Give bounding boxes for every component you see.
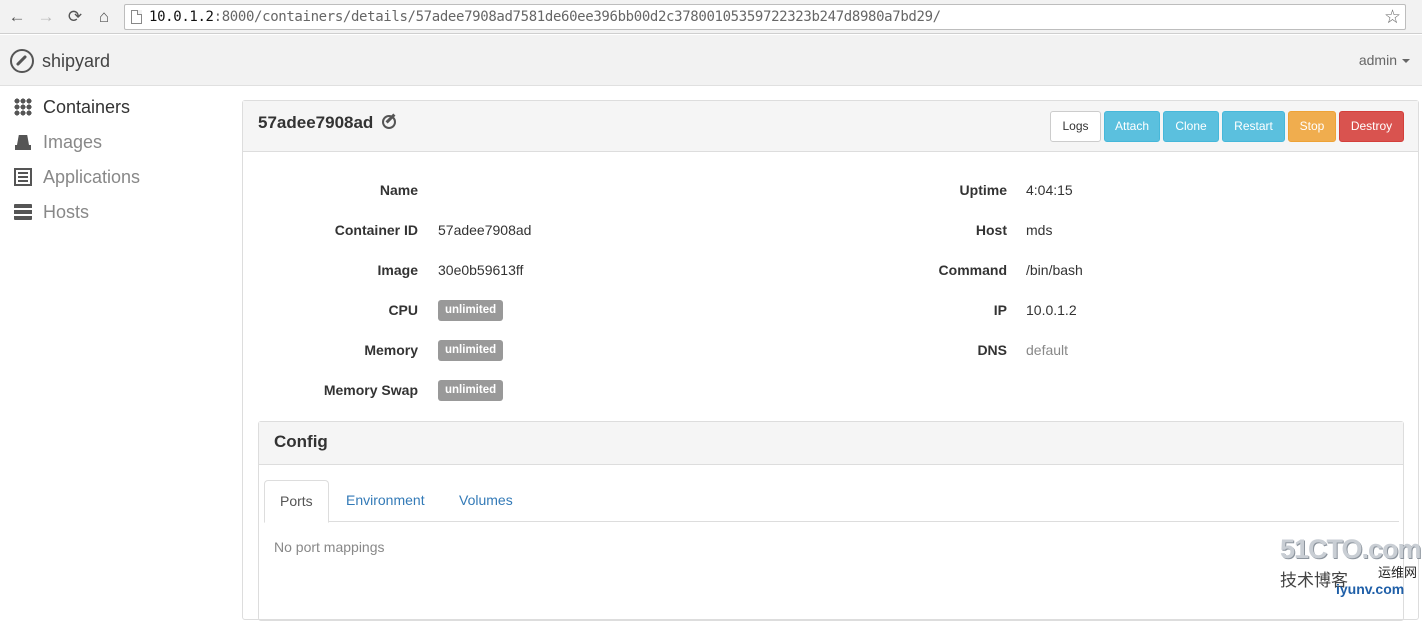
name-row: Name (243, 180, 823, 200)
memory-swap-badge: unlimited (438, 380, 504, 401)
watermark-badge: 运维网 (1378, 565, 1418, 580)
uptime-value: 4:04:15 (1026, 182, 1073, 198)
name-label: Name (379, 182, 418, 198)
sidebar-item-label: Applications (43, 166, 141, 187)
memory-swap-row: Memory Swap unlimited (243, 380, 823, 401)
watermark-url: iyunv.com (1336, 581, 1405, 597)
home-icon[interactable]: ⌂ (93, 6, 115, 28)
sidebar-item-hosts[interactable]: Hosts (14, 198, 89, 226)
config-tabs: Ports Environment Volumes (264, 480, 1399, 523)
host-value: mds (1026, 222, 1053, 238)
container-id-label: Container ID (334, 222, 418, 238)
sidebar-item-images[interactable]: Images (14, 128, 102, 156)
memory-row: Memory unlimited (243, 340, 823, 361)
dns-value: default (1026, 342, 1069, 358)
image-label: Image (377, 262, 418, 278)
bookmark-star-icon[interactable]: ☆ (1384, 6, 1401, 29)
grid-icon (14, 98, 32, 116)
container-id-row: Container ID 57adee7908ad (243, 220, 823, 240)
list-icon (14, 168, 32, 186)
ip-label: IP (993, 302, 1007, 318)
address-bar[interactable]: 10.0.1.2:8000/containers/details/57adee7… (124, 4, 1406, 30)
memory-badge: unlimited (438, 340, 504, 361)
edit-icon[interactable] (382, 115, 396, 129)
dns-row: DNS default (823, 340, 1413, 360)
ip-row: IP 10.0.1.2 (823, 300, 1413, 320)
watermark-logo: 51CTO.com 技术博客 运维网 iyunv.com (1278, 534, 1422, 602)
tab-volumes[interactable]: Volumes (444, 480, 528, 522)
logs-button[interactable]: Logs (1050, 111, 1101, 142)
dns-label: DNS (977, 342, 1007, 358)
user-name: admin (1358, 52, 1397, 68)
cpu-row: CPU unlimited (243, 300, 823, 321)
command-row: Command /bin/bash (823, 260, 1413, 280)
sidebar-item-label: Hosts (43, 201, 90, 222)
container-details-panel: 57adee7908ad Logs Attach Clone Restart S… (242, 100, 1419, 621)
app-navbar: shipyard admin (0, 35, 1422, 86)
host-label: Host (975, 222, 1007, 238)
cpu-label: CPU (388, 302, 418, 318)
command-value: /bin/bash (1026, 262, 1083, 278)
forward-arrow-icon[interactable]: → (35, 6, 57, 28)
browser-toolbar: ← → ⟳ ⌂ 10.0.1.2:8000/containers/details… (0, 0, 1422, 34)
host-row: Host mds (823, 220, 1413, 240)
restart-button[interactable]: Restart (1222, 111, 1285, 142)
brand[interactable]: shipyard (10, 49, 110, 73)
back-arrow-icon[interactable]: ← (6, 6, 28, 28)
sidebar-item-label: Containers (43, 96, 131, 117)
user-menu[interactable]: admin (1359, 52, 1410, 68)
sidebar-item-applications[interactable]: Applications (14, 163, 140, 191)
sidebar-item-label: Images (43, 131, 103, 152)
container-title: 57adee7908ad (258, 113, 374, 132)
drive-icon (14, 133, 32, 151)
clone-button[interactable]: Clone (1163, 111, 1219, 142)
attach-button[interactable]: Attach (1104, 111, 1160, 142)
image-row: Image 30e0b59613ff (243, 260, 823, 280)
stop-button[interactable]: Stop (1288, 111, 1336, 142)
reload-icon[interactable]: ⟳ (64, 6, 86, 28)
uptime-label: Uptime (959, 182, 1007, 198)
config-title: Config (259, 422, 1403, 465)
memory-swap-label: Memory Swap (323, 382, 418, 398)
config-panel: Config Ports Environment Volumes No port… (258, 421, 1404, 621)
tab-environment[interactable]: Environment (331, 480, 440, 522)
memory-label: Memory (364, 342, 418, 358)
empty-ports-message: No port mappings (274, 539, 385, 555)
server-icon (14, 203, 32, 221)
command-label: Command (938, 262, 1007, 278)
uptime-row: Uptime 4:04:15 (823, 180, 1413, 200)
ip-value: 10.0.1.2 (1026, 302, 1077, 318)
cpu-badge: unlimited (438, 300, 504, 321)
sidebar-item-containers[interactable]: Containers (14, 93, 130, 121)
url-text[interactable]: 10.0.1.2:8000/containers/details/57adee7… (149, 9, 941, 25)
compass-logo-icon (10, 49, 34, 73)
container-id-value: 57adee7908ad (438, 222, 532, 238)
watermark-title: 51CTO.com (1280, 534, 1422, 564)
image-value: 30e0b59613ff (438, 262, 524, 278)
page-icon (131, 10, 142, 24)
caret-down-icon (1402, 59, 1410, 64)
brand-name: shipyard (42, 50, 111, 71)
tab-ports[interactable]: Ports (264, 480, 329, 523)
destroy-button[interactable]: Destroy (1339, 111, 1404, 142)
panel-heading: 57adee7908ad Logs Attach Clone Restart S… (243, 101, 1418, 152)
